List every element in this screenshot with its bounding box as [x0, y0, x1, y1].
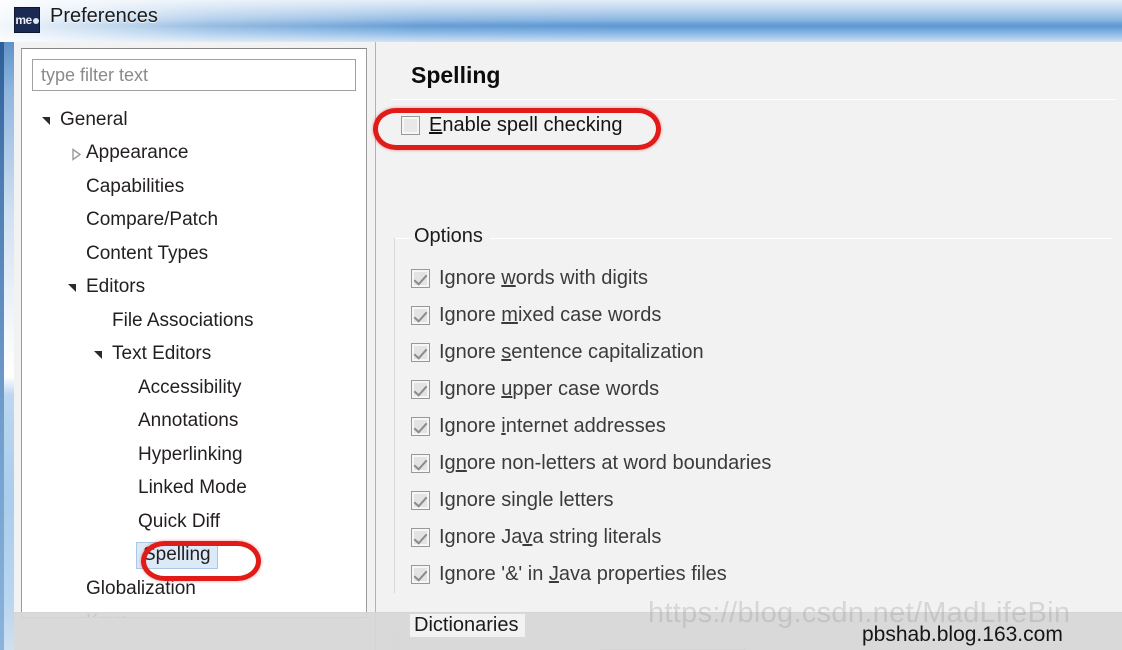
tree-expanded-arrow-icon[interactable] [88, 351, 108, 359]
option-checkbox[interactable] [411, 343, 430, 362]
option-row[interactable]: Ignore single letters [411, 482, 771, 519]
options-checkbox-list: Ignore words with digits Ignore mixed cas… [411, 260, 771, 593]
sidebar-item-label: Spelling [136, 541, 218, 569]
options-group-border-left [394, 238, 395, 593]
sidebar-item-label: File Associations [112, 309, 254, 331]
sidebar-item-globalization[interactable]: Globalization [22, 572, 366, 606]
option-row[interactable]: Ignore non-letters at word boundaries [411, 445, 771, 482]
sidebar-item-label: Text Editors [112, 343, 212, 365]
option-label: Ignore words with digits [439, 267, 648, 289]
option-row[interactable]: Ignore '&' in Java properties files [411, 556, 771, 593]
option-label: Ignore upper case words [439, 378, 660, 400]
option-row[interactable]: Ignore sentence capitalization [411, 334, 771, 371]
option-row[interactable]: Ignore internet addresses [411, 408, 771, 445]
filter-input-box[interactable] [32, 59, 356, 91]
sidebar-item-quick-diff[interactable]: Quick Diff [22, 505, 366, 539]
preferences-window: me Preferences General Appearance Capabili… [0, 0, 1122, 650]
bottom-strip [14, 612, 1122, 650]
options-group-border [394, 238, 1112, 239]
spelling-preference-page: Spelling Enable spell checking Options I… [375, 42, 1122, 650]
option-checkbox[interactable] [411, 380, 430, 399]
sidebar-item-hyperlinking[interactable]: Hyperlinking [22, 438, 366, 472]
preference-tree-panel: General Appearance Capabilities Compare/Pat… [21, 48, 367, 618]
sidebar-item-accessibility[interactable]: Accessibility [22, 371, 366, 405]
sidebar-item-capabilities[interactable]: Capabilities [22, 170, 366, 204]
app-icon-dot [32, 18, 39, 24]
sidebar-item-label: Capabilities [86, 175, 185, 197]
sidebar-item-spelling[interactable]: Spelling [22, 539, 366, 573]
enable-spell-checking-label: Enable spell checking [429, 113, 623, 136]
sidebar-item-label: Content Types [86, 242, 209, 264]
sidebar-item-label: Linked Mode [138, 477, 247, 499]
option-label: Ignore non-letters at word boundaries [439, 452, 772, 474]
enable-spell-checking-row[interactable]: Enable spell checking [401, 112, 622, 138]
sidebar-item-label: Accessibility [138, 376, 242, 398]
option-label: Ignore internet addresses [439, 415, 666, 437]
option-row[interactable]: Ignore words with digits [411, 260, 771, 297]
title-bar-gloss [0, 0, 1122, 42]
sidebar-item-label: Annotations [138, 410, 239, 432]
sidebar-item-label: Editors [86, 276, 146, 298]
option-checkbox[interactable] [411, 491, 430, 510]
title-bar[interactable]: me Preferences [0, 0, 1122, 42]
sidebar-item-editors[interactable]: Editors [22, 271, 366, 305]
sidebar-item-appearance[interactable]: Appearance [22, 137, 366, 171]
sidebar-item-content-types[interactable]: Content Types [22, 237, 366, 271]
preference-tree[interactable]: General Appearance Capabilities Compare/Pat… [22, 103, 366, 617]
dictionaries-group-title: Dictionaries [410, 614, 526, 637]
options-group: Options Ignore words with digits Ignore m… [394, 225, 1112, 593]
sidebar-item-label: Appearance [86, 142, 189, 164]
app-icon-text: me [15, 13, 32, 27]
option-checkbox[interactable] [411, 417, 430, 436]
chevron-right-icon[interactable] [62, 147, 82, 161]
option-checkbox[interactable] [411, 306, 430, 325]
option-checkbox[interactable] [411, 269, 430, 288]
window-border-left-edge [0, 42, 4, 650]
option-label: Ignore Java string literals [439, 526, 662, 548]
sidebar-item-label: Quick Diff [138, 510, 221, 532]
page-title-separator [391, 99, 1116, 100]
sidebar-item-label: Compare/Patch [86, 209, 219, 231]
options-group-title: Options [410, 225, 490, 248]
sidebar-item-label: General [60, 108, 128, 130]
option-label: Ignore '&' in Java properties files [439, 563, 727, 585]
search-input[interactable] [33, 64, 355, 86]
sidebar-item-text-editors[interactable]: Text Editors [22, 338, 366, 372]
option-label: Ignore mixed case words [439, 304, 662, 326]
option-row[interactable]: Ignore upper case words [411, 371, 771, 408]
option-row[interactable]: Ignore Java string literals [411, 519, 771, 556]
enable-spell-checking-checkbox[interactable] [401, 115, 420, 135]
option-label: Ignore single letters [439, 489, 614, 511]
tree-expanded-arrow-icon[interactable] [62, 284, 82, 292]
window-title: Preferences [50, 5, 158, 27]
option-checkbox[interactable] [411, 454, 430, 473]
sidebar-item-label: Globalization [86, 577, 196, 599]
tree-expanded-arrow-icon[interactable] [36, 117, 56, 125]
page-title: Spelling [411, 62, 501, 88]
option-row[interactable]: Ignore mixed case words [411, 297, 771, 334]
sidebar-item-general[interactable]: General [22, 103, 366, 137]
app-icon: me [14, 7, 40, 33]
dialog-content: General Appearance Capabilities Compare/Pat… [14, 42, 1122, 650]
sidebar-item-label: Hyperlinking [138, 443, 243, 465]
option-checkbox[interactable] [411, 565, 430, 584]
sidebar-item-compare-patch[interactable]: Compare/Patch [22, 204, 366, 238]
option-checkbox[interactable] [411, 528, 430, 547]
option-label: Ignore sentence capitalization [439, 341, 704, 363]
sidebar-item-file-associations[interactable]: File Associations [22, 304, 366, 338]
sidebar-item-linked-mode[interactable]: Linked Mode [22, 472, 366, 506]
sidebar-item-annotations[interactable]: Annotations [22, 405, 366, 439]
